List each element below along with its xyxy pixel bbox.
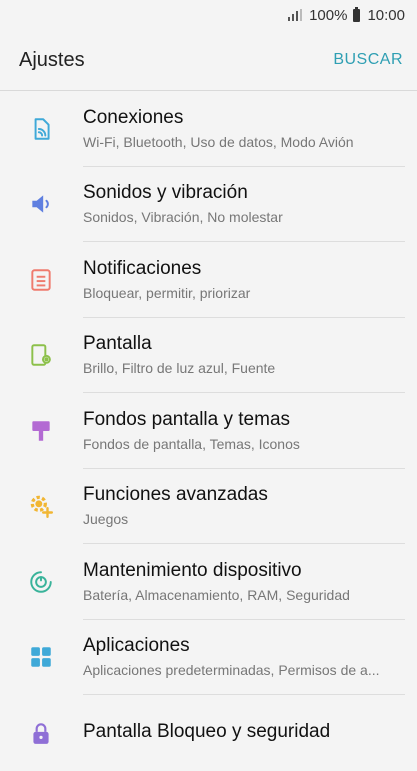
setting-subtitle: Sonidos, Vibración, No molestar xyxy=(83,209,283,226)
setting-label: Mantenimiento dispositivo xyxy=(83,559,302,581)
clock: 10:00 xyxy=(367,6,405,24)
connections-icon xyxy=(0,116,83,142)
setting-subtitle: Wi-Fi, Bluetooth, Uso de datos, Modo Avi… xyxy=(83,133,354,150)
setting-label: Notificaciones xyxy=(83,257,202,279)
wallpaper-icon xyxy=(0,418,83,444)
setting-item-conexiones[interactable]: Conexiones Wi-Fi, Bluetooth, Uso de dato… xyxy=(0,91,417,167)
search-button[interactable]: BUSCAR xyxy=(333,51,403,69)
setting-subtitle: Batería, Almacenamiento, RAM, Seguridad xyxy=(83,586,350,603)
setting-subtitle: Brillo, Filtro de luz azul, Fuente xyxy=(83,360,276,377)
setting-label: Funciones avanzadas xyxy=(83,484,268,506)
setting-item-fondos[interactable]: Fondos pantalla y temas Fondos de pantal… xyxy=(0,393,417,469)
setting-label: Aplicaciones xyxy=(83,635,190,657)
setting-item-notificaciones[interactable]: Notificaciones Bloquear, permitir, prior… xyxy=(0,242,417,318)
status-bar: 100% 10:00 xyxy=(0,0,417,30)
maintenance-icon xyxy=(0,569,83,595)
apps-grid-icon xyxy=(0,644,83,670)
notifications-icon xyxy=(0,267,83,293)
advanced-gear-icon xyxy=(0,493,83,519)
setting-item-funciones[interactable]: Funciones avanzadas Juegos xyxy=(0,469,417,545)
page-title: Ajustes xyxy=(19,48,85,71)
setting-label: Pantalla Bloqueo y seguridad xyxy=(83,720,331,742)
setting-item-pantalla[interactable]: Pantalla Brillo, Filtro de luz azul, Fue… xyxy=(0,318,417,394)
setting-label: Fondos pantalla y temas xyxy=(83,408,291,430)
battery-icon xyxy=(353,6,361,22)
setting-item-aplicaciones[interactable]: Aplicaciones Aplicaciones predeterminada… xyxy=(0,620,417,696)
setting-item-mantenimiento[interactable]: Mantenimiento dispositivo Batería, Almac… xyxy=(0,544,417,620)
display-icon xyxy=(0,342,83,368)
setting-label: Sonidos y vibración xyxy=(83,182,248,204)
setting-item-sonidos[interactable]: Sonidos y vibración Sonidos, Vibración, … xyxy=(0,167,417,243)
battery-percent: 100% xyxy=(309,6,348,24)
setting-label: Pantalla xyxy=(83,333,152,355)
setting-subtitle: Aplicaciones predeterminadas, Permisos d… xyxy=(83,662,380,679)
setting-label: Conexiones xyxy=(83,106,184,128)
setting-subtitle: Juegos xyxy=(83,511,129,528)
signal-icon xyxy=(288,9,303,21)
setting-item-bloqueo[interactable]: Pantalla Bloqueo y seguridad xyxy=(0,695,417,771)
app-bar: Ajustes BUSCAR xyxy=(0,30,417,91)
setting-subtitle: Bloquear, permitir, priorizar xyxy=(83,284,251,301)
setting-subtitle: Fondos de pantalla, Temas, Iconos xyxy=(83,435,300,452)
settings-list: Conexiones Wi-Fi, Bluetooth, Uso de dato… xyxy=(0,91,417,771)
speaker-icon xyxy=(0,191,83,217)
